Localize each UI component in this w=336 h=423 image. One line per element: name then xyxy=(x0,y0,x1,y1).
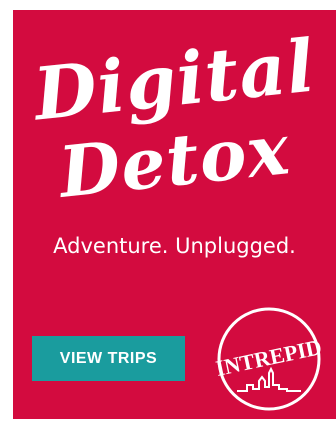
view-trips-button[interactable]: VIEW TRIPS xyxy=(32,336,185,381)
intrepid-logo[interactable]: INTREPID xyxy=(215,305,323,413)
ad-tagline: Adventure. Unplugged. xyxy=(53,234,296,258)
digital-detox-ad[interactable]: Digital Detox Adventure. Unplugged. VIEW… xyxy=(13,10,336,419)
intrepid-logo-icon: INTREPID xyxy=(215,307,323,411)
